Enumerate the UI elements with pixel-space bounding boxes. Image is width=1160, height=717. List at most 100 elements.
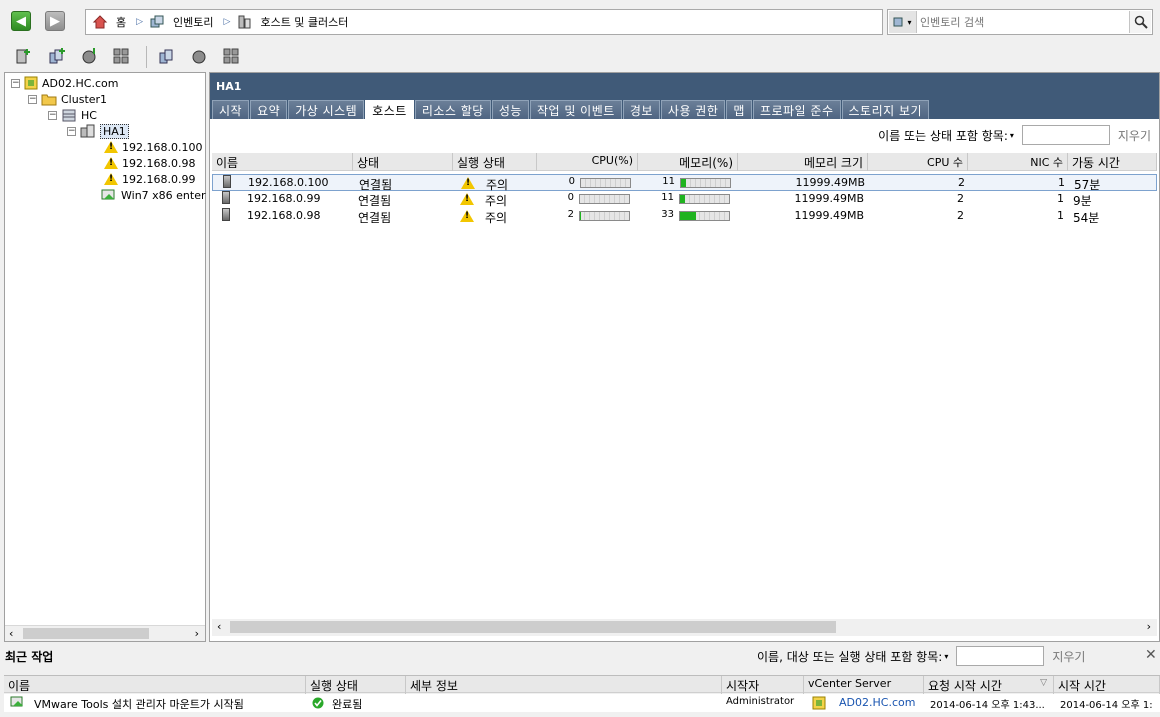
- search-button[interactable]: [1129, 11, 1151, 33]
- memory-bar: [679, 211, 730, 221]
- tab-start[interactable]: 시작: [212, 100, 250, 119]
- scroll-right-icon[interactable]: ›: [1147, 620, 1151, 633]
- tree-node-datacenter[interactable]: − HC: [48, 107, 97, 123]
- tab-summary[interactable]: 요약: [250, 100, 288, 119]
- column-state[interactable]: 상태: [353, 153, 453, 171]
- tab-profile-compliance[interactable]: 프로파일 준수: [752, 100, 841, 119]
- breadcrumb-arrow-icon: ▷: [223, 17, 231, 27]
- column-nic-count[interactable]: NIC 수: [968, 153, 1068, 171]
- add-datacenter-icon[interactable]: [157, 46, 177, 66]
- tab-maps[interactable]: 맵: [726, 100, 752, 119]
- breadcrumb-hosts-clusters[interactable]: 호스트 및 클러스터: [256, 14, 352, 30]
- tab-storage-views[interactable]: 스토리지 보기: [841, 100, 930, 119]
- inventory-tree: − AD02.HC.com − Cluster1 − HC − HA1 192.…: [4, 72, 206, 642]
- tree-node-ha[interactable]: − HA1: [67, 123, 129, 139]
- cpu-count: 2: [957, 192, 964, 205]
- tab-bar: 시작 요약 가상 시스템 호스트 리소스 할당 성능 작업 및 이벤트 경보 사…: [212, 100, 930, 119]
- new-host-icon[interactable]: [13, 46, 33, 66]
- column-task-status[interactable]: 실행 상태: [306, 676, 406, 694]
- column-task-name[interactable]: 이름: [4, 676, 306, 694]
- search-scope-dropdown[interactable]: ▾: [889, 11, 917, 33]
- clear-filter-link[interactable]: 지우기: [1118, 127, 1151, 144]
- tasks-filter-input[interactable]: [956, 646, 1045, 666]
- tree-horizontal-scrollbar[interactable]: ‹ ›: [5, 625, 205, 641]
- column-cpu-count[interactable]: CPU 수: [868, 153, 968, 171]
- nic-count: 1: [1058, 176, 1065, 189]
- chevron-down-icon[interactable]: ▾: [1010, 131, 1014, 140]
- tasks-filter-label[interactable]: 이름, 대상 또는 실행 상태 포함 항목:: [757, 648, 942, 665]
- tree-label: Cluster1: [61, 92, 108, 106]
- tab-hosts[interactable]: 호스트: [365, 100, 414, 119]
- tree-node-host[interactable]: 192.168.0.98: [104, 155, 195, 171]
- tree-label: HC: [81, 108, 97, 122]
- collapse-icon[interactable]: −: [67, 126, 76, 136]
- tasks-clear-link[interactable]: 지우기: [1052, 648, 1085, 665]
- column-requested-time[interactable]: 요청 시작 시간 ▽: [924, 676, 1054, 694]
- table-row[interactable]: 192.168.0.100 연결됨 주의 0 11 11999.49MB 2 1…: [212, 174, 1157, 192]
- collapse-icon[interactable]: −: [48, 110, 57, 120]
- host-name: 192.168.0.99: [247, 192, 321, 205]
- home-icon[interactable]: [92, 14, 108, 30]
- vapp-icon[interactable]: [222, 46, 242, 66]
- column-memory-size[interactable]: 메모리 크기: [738, 153, 868, 171]
- datacenter-icon: [62, 109, 76, 122]
- breadcrumb-inventory[interactable]: 인벤토리: [169, 14, 217, 30]
- host-name: 192.168.0.100: [248, 176, 329, 189]
- breadcrumb: 홈 ▷ 인벤토리 ▷ 호스트 및 클러스터: [85, 9, 883, 35]
- uptime: 54분: [1073, 211, 1100, 225]
- warning-icon: [104, 141, 118, 153]
- tree-node-host[interactable]: 192.168.0.99: [104, 171, 195, 187]
- tab-permissions[interactable]: 사용 권한: [660, 100, 726, 119]
- tab-virtual-machines[interactable]: 가상 시스템: [288, 100, 365, 119]
- back-button[interactable]: ◀: [11, 11, 31, 31]
- column-start-time[interactable]: 시작 시간: [1054, 676, 1160, 694]
- scroll-right-icon[interactable]: ›: [195, 627, 199, 640]
- recent-tasks-title: 최근 작업: [5, 650, 54, 664]
- tree-node-vcenter[interactable]: − AD02.HC.com: [11, 75, 118, 91]
- tree-label: AD02.HC.com: [42, 76, 119, 90]
- tab-tasks-events[interactable]: 작업 및 이벤트: [529, 100, 622, 119]
- collapse-icon[interactable]: −: [28, 94, 37, 104]
- tree-node-cluster[interactable]: − Cluster1: [28, 91, 107, 107]
- new-resource-pool-icon[interactable]: [80, 46, 100, 66]
- resource-pool-icon[interactable]: [190, 46, 210, 66]
- breadcrumb-home[interactable]: 홈: [112, 14, 130, 30]
- memory-size: 11999.49MB: [794, 209, 864, 222]
- task-vcenter-link[interactable]: AD02.HC.com: [839, 696, 915, 709]
- column-vcenter[interactable]: vCenter Server: [804, 676, 924, 694]
- column-uptime[interactable]: 가동 시간: [1068, 153, 1157, 171]
- forward-button[interactable]: ▶: [45, 11, 65, 31]
- scroll-thumb[interactable]: [23, 628, 149, 639]
- filter-label[interactable]: 이름 또는 상태 포함 항목:: [878, 127, 1008, 144]
- tab-alarms[interactable]: 경보: [622, 100, 660, 119]
- search-input[interactable]: [920, 13, 1125, 31]
- filter-input[interactable]: [1021, 125, 1110, 145]
- memory-bar-fill: [681, 179, 687, 187]
- column-name[interactable]: 이름: [212, 153, 353, 171]
- table-row[interactable]: 192.168.0.99 연결됨 주의 0 11 11999.49MB 2 1 …: [212, 191, 1157, 208]
- tab-resource-allocation[interactable]: 리소스 할당: [414, 100, 491, 119]
- tab-performance[interactable]: 성능: [491, 100, 529, 119]
- column-task-details[interactable]: 세부 정보: [406, 676, 722, 694]
- chevron-down-icon[interactable]: ▾: [944, 652, 948, 661]
- table-row[interactable]: 192.168.0.98 연결됨 주의 2 33 11999.49MB 2 1 …: [212, 208, 1157, 225]
- collapse-icon[interactable]: −: [11, 78, 20, 88]
- hosts-clusters-icon: [238, 15, 251, 29]
- tree-label: Win7 x86 enter: [121, 188, 206, 202]
- new-vapp-icon[interactable]: [112, 46, 132, 66]
- host-name: 192.168.0.98: [247, 209, 321, 222]
- cluster-icon: [80, 124, 95, 138]
- column-initiator[interactable]: 시작자: [722, 676, 804, 694]
- table-row[interactable]: VMware Tools 설치 관리자 마운트가 시작됨 완료됨 Adminis…: [4, 694, 1160, 712]
- table-horizontal-scrollbar[interactable]: ‹ ›: [212, 619, 1157, 636]
- scroll-thumb[interactable]: [230, 621, 836, 633]
- tree-node-host[interactable]: 192.168.0.100: [104, 139, 202, 155]
- tree-node-vm[interactable]: Win7 x86 enter: [101, 187, 206, 203]
- scroll-left-icon[interactable]: ‹: [9, 627, 13, 640]
- column-cpu[interactable]: CPU(%): [537, 153, 638, 171]
- scroll-left-icon[interactable]: ‹: [217, 620, 221, 633]
- close-icon[interactable]: ✕: [1145, 647, 1157, 663]
- column-memory[interactable]: 메모리(%): [638, 153, 738, 171]
- new-cluster-icon[interactable]: [47, 46, 67, 66]
- column-status[interactable]: 실행 상태: [453, 153, 537, 171]
